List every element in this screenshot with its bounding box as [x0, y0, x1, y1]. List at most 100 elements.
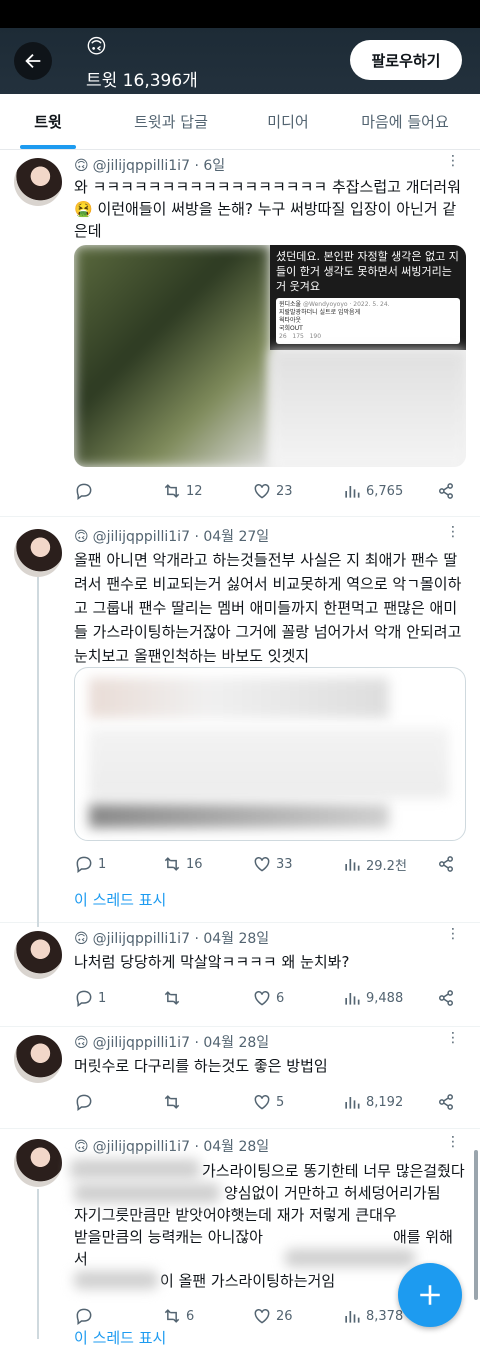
- tab-media[interactable]: 미디어: [246, 94, 330, 149]
- tweet-time: · 04월 28일: [194, 1139, 270, 1155]
- media-image-left: [74, 245, 270, 467]
- tweet-count: 트윗 16,396개: [86, 71, 198, 91]
- reply-button[interactable]: 1: [74, 854, 106, 874]
- heart-icon: [254, 990, 270, 1006]
- status-bar: [0, 0, 480, 28]
- tweet-time: · 04월 28일: [194, 931, 270, 947]
- retweet-icon: [164, 991, 180, 1005]
- tweet-handle: @jilijqppilli1i7: [92, 1035, 190, 1051]
- share-button[interactable]: [436, 1092, 460, 1112]
- follow-button[interactable]: 팔로우하기: [350, 40, 462, 80]
- tab-tweets[interactable]: 트윗: [0, 94, 96, 149]
- thread-line: [37, 577, 39, 927]
- profile-tabs: 트윗 트윗과 답글 미디어 마음에 들어요: [0, 94, 480, 150]
- views-button[interactable]: 9,488: [342, 988, 403, 1008]
- profile-emoji: 🙃: [86, 34, 107, 58]
- quoted-tweet[interactable]: [74, 667, 466, 841]
- like-button[interactable]: 6: [252, 988, 284, 1008]
- compose-tweet-button[interactable]: [398, 1263, 462, 1327]
- retweet-button[interactable]: [162, 988, 186, 1008]
- reply-icon: [76, 1308, 92, 1325]
- retweet-button[interactable]: 12: [162, 481, 203, 501]
- more-icon[interactable]: ⋮: [446, 1135, 460, 1149]
- plus-icon: [420, 1285, 440, 1305]
- like-button[interactable]: 26: [252, 1306, 293, 1326]
- tweet-actions: 1 6 9,488: [74, 987, 460, 1009]
- avatar[interactable]: [14, 158, 62, 206]
- tweet[interactable]: 🙃 @jilijqppilli1i7 · 04월 27일 ⋮ 올팬 아니면 악개라…: [0, 517, 480, 927]
- avatar[interactable]: [14, 529, 62, 577]
- reply-icon: [76, 1094, 92, 1111]
- back-button[interactable]: [14, 42, 52, 80]
- arrow-left-icon: [25, 53, 41, 69]
- tweet-time: · 04월 27일: [194, 529, 270, 545]
- reply-button[interactable]: [74, 1306, 98, 1326]
- show-thread-link[interactable]: 이 스레드 표시: [74, 889, 166, 910]
- thread-line: [37, 1189, 39, 1339]
- analytics-icon: [345, 1097, 360, 1109]
- retweet-icon: [164, 484, 180, 498]
- more-icon[interactable]: ⋮: [446, 154, 460, 168]
- views-button[interactable]: 29.2천: [342, 854, 407, 874]
- tweet-meta: 🙃 @jilijqppilli1i7 · 04월 28일: [74, 1139, 270, 1155]
- like-button[interactable]: 5: [252, 1092, 284, 1112]
- tab-likes[interactable]: 마음에 들어요: [330, 94, 480, 149]
- share-icon: [439, 990, 453, 1006]
- views-button[interactable]: 8,378: [342, 1306, 403, 1326]
- tweet[interactable]: 🙃 @jilijqppilli1i7 · 6일 ⋮ 와 ㅋㅋㅋㅋㅋㅋㅋㅋㅋㅋㅋㅋㅋ…: [0, 150, 480, 517]
- tweet-media[interactable]: 셨던데요. 본인판 자정할 생각은 없고 지들이 한거 생각도 못하면서 써빙거…: [74, 245, 466, 467]
- reply-button[interactable]: [74, 1092, 98, 1112]
- tweet-meta: 🙃 @jilijqppilli1i7 · 6일: [74, 158, 226, 174]
- tweet-text: 나처럼 당당하게 막살앜ㅋㅋㅋㅋ 왜 눈치봐?: [74, 953, 350, 971]
- tweet[interactable]: 🙃 @jilijqppilli1i7 · 04월 28일 ⋮ 가스라이팅으로 똥기…: [0, 1129, 480, 1355]
- tab-tweets-replies[interactable]: 트윗과 답글: [96, 94, 246, 149]
- like-button[interactable]: 33: [252, 854, 293, 874]
- tweet-handle: @jilijqppilli1i7: [92, 1139, 190, 1155]
- retweet-icon: [164, 1309, 180, 1323]
- avatar[interactable]: [14, 931, 62, 979]
- show-thread-link[interactable]: 이 스레드 표시: [74, 1327, 166, 1348]
- retweet-button[interactable]: 16: [162, 854, 203, 874]
- tweet-text: 올팬 아니면 악개라고 하는것들전부 사실은 지 최애가 팬수 딸려서 팬수로 …: [74, 551, 462, 665]
- scrollbar[interactable]: [474, 1150, 478, 1300]
- tweet[interactable]: 🙃 @jilijqppilli1i7 · 04월 28일 ⋮ 머릿수로 다구리를 …: [0, 1027, 480, 1129]
- retweet-button[interactable]: 6: [162, 1306, 194, 1326]
- share-icon: [439, 483, 453, 499]
- profile-header: 🙃 트윗 16,396개 팔로우하기: [0, 28, 480, 94]
- reply-icon: [76, 990, 92, 1007]
- analytics-icon: [345, 1311, 360, 1323]
- retweet-icon: [164, 857, 180, 871]
- views-button[interactable]: 6,765: [342, 481, 403, 501]
- heart-icon: [254, 856, 270, 872]
- analytics-icon: [345, 486, 360, 498]
- tweet-actions: 12 23 6,765: [74, 480, 460, 502]
- media-image-right: 셨던데요. 본인판 자정할 생각은 없고 지들이 한거 생각도 못하면서 써빙거…: [270, 245, 466, 350]
- like-button[interactable]: 23: [252, 481, 293, 501]
- share-button[interactable]: [436, 988, 460, 1008]
- tweet[interactable]: 🙃 @jilijqppilli1i7 · 04월 28일 ⋮ 나처럼 당당하게 막…: [0, 923, 480, 1027]
- avatar[interactable]: [14, 1035, 62, 1083]
- tweet-actions: 1 16 33 29.2천: [74, 853, 460, 875]
- reply-button[interactable]: [74, 481, 98, 501]
- more-icon[interactable]: ⋮: [446, 525, 460, 539]
- tweet-text: 머릿수로 다구리를 하는것도 좋은 방법임: [74, 1057, 328, 1075]
- analytics-icon: [345, 993, 360, 1005]
- share-icon: [439, 1094, 453, 1110]
- more-icon[interactable]: ⋮: [446, 1031, 460, 1045]
- tweet-meta: 🙃 @jilijqppilli1i7 · 04월 28일: [74, 931, 270, 947]
- tweet-actions: 5 8,192: [74, 1091, 460, 1113]
- avatar[interactable]: [14, 1139, 62, 1187]
- tweet-text: 와 ㅋㅋㅋㅋㅋㅋㅋㅋㅋㅋㅋㅋㅋㅋㅋㅋㅋ 추잡스럽고 개더러워🤮 이런애들이 써방…: [74, 178, 461, 240]
- tweet-meta: 🙃 @jilijqppilli1i7 · 04월 28일: [74, 1035, 270, 1051]
- retweet-button[interactable]: [162, 1092, 186, 1112]
- views-button[interactable]: 8,192: [342, 1092, 403, 1112]
- share-button[interactable]: [436, 854, 460, 874]
- tweet-meta: 🙃 @jilijqppilli1i7 · 04월 27일: [74, 529, 270, 545]
- more-icon[interactable]: ⋮: [446, 927, 460, 941]
- share-button[interactable]: [436, 481, 460, 501]
- media-image-blurred: [270, 350, 466, 467]
- heart-icon: [254, 1308, 270, 1324]
- analytics-icon: [345, 859, 360, 871]
- tweet-handle: @jilijqppilli1i7: [92, 529, 190, 545]
- reply-button[interactable]: 1: [74, 988, 106, 1008]
